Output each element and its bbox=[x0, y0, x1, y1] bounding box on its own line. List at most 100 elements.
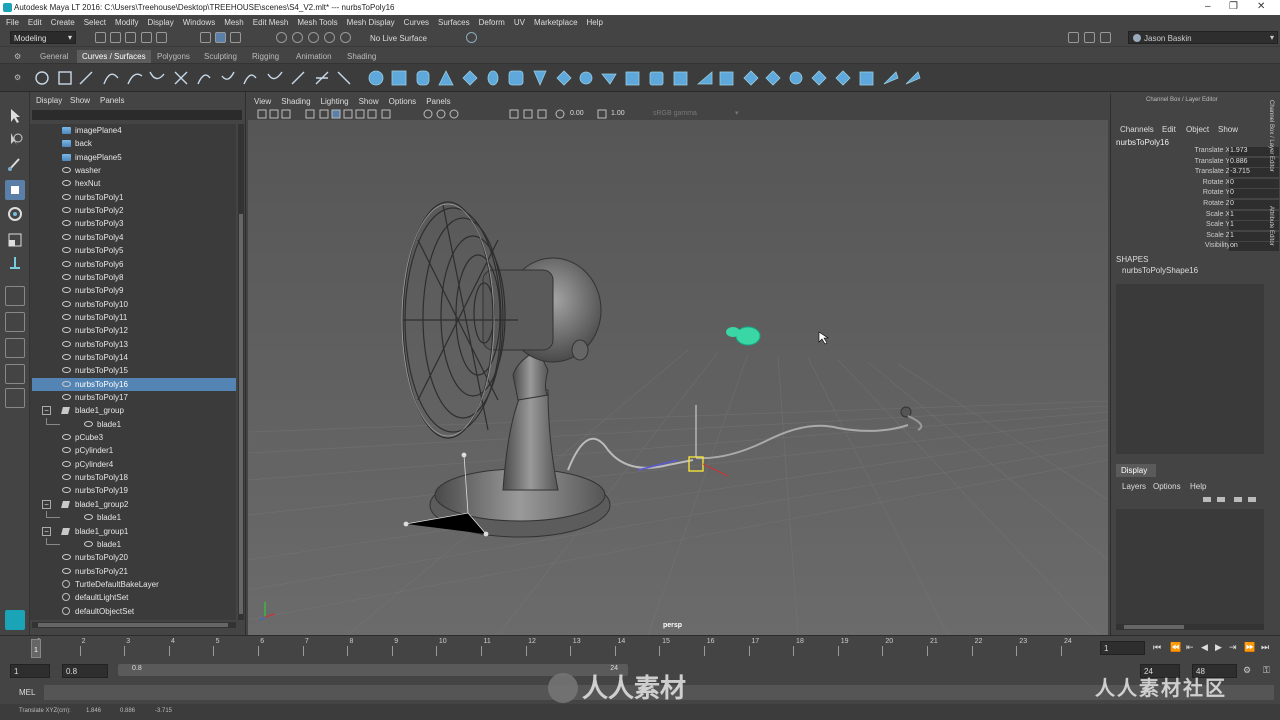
menu-modify[interactable]: Modify bbox=[115, 18, 139, 27]
menu-marketplace[interactable]: Marketplace bbox=[534, 18, 578, 27]
scrollbar-thumb[interactable] bbox=[239, 214, 243, 614]
outliner-item[interactable]: nurbsToPoly21 bbox=[32, 565, 236, 578]
help-menu[interactable]: Help bbox=[1190, 482, 1206, 491]
outliner-item[interactable]: nurbsToPoly16 bbox=[32, 377, 236, 391]
channels-menu[interactable]: Channels bbox=[1120, 125, 1154, 134]
outliner-item[interactable]: − blade1_group2 bbox=[32, 498, 236, 511]
outliner-item[interactable]: pCylinder1 bbox=[32, 444, 236, 457]
outliner-item[interactable]: washer bbox=[32, 164, 236, 177]
paint-select-tool-icon[interactable] bbox=[5, 154, 25, 174]
rebuild-surface-icon[interactable] bbox=[905, 71, 921, 85]
outliner-item[interactable]: nurbsToPoly17 bbox=[32, 391, 236, 404]
channel-attribute-row[interactable]: Scale X1 bbox=[1116, 210, 1279, 221]
menu-mesh-display[interactable]: Mesh Display bbox=[347, 18, 395, 27]
outliner-vertical-scrollbar[interactable] bbox=[238, 124, 244, 620]
nurbs-cube-icon[interactable] bbox=[391, 70, 407, 86]
key-icon[interactable]: ⚿ bbox=[1263, 665, 1270, 676]
select-object-icon[interactable] bbox=[215, 32, 226, 43]
extrude-icon[interactable] bbox=[579, 71, 593, 85]
shelf-tab-curves-surfaces[interactable]: Curves / Surfaces bbox=[77, 50, 151, 63]
outliner-item[interactable]: nurbsToPoly14 bbox=[32, 351, 236, 364]
trim-tool-icon[interactable] bbox=[765, 70, 781, 86]
new-layer-selected-icon[interactable] bbox=[1248, 497, 1256, 502]
nurbs-plane-icon[interactable] bbox=[462, 70, 478, 86]
outliner-item[interactable]: nurbsToPoly1 bbox=[32, 191, 236, 204]
xray-joints-icon[interactable] bbox=[449, 109, 459, 119]
edit-menu[interactable]: Edit bbox=[1162, 125, 1176, 134]
outliner-item[interactable]: TurtleDefaultBakeLayer bbox=[32, 578, 236, 591]
gate-mask-icon[interactable] bbox=[523, 109, 533, 119]
birail-icon[interactable] bbox=[601, 73, 617, 85]
menu-edit-mesh[interactable]: Edit Mesh bbox=[253, 18, 289, 27]
move-tool-icon[interactable] bbox=[5, 180, 25, 200]
sidebar-toggle-icon[interactable] bbox=[1068, 32, 1079, 43]
collapse-toggle-icon[interactable]: − bbox=[42, 526, 51, 536]
revolve-icon[interactable] bbox=[508, 70, 524, 86]
rebuild-curve-icon[interactable] bbox=[315, 71, 329, 85]
outliner-item[interactable]: blade1 bbox=[32, 417, 236, 431]
lock-camera-icon[interactable] bbox=[269, 109, 279, 119]
shelf-tab-sculpting[interactable]: Sculpting bbox=[199, 50, 242, 63]
detach-curves-icon[interactable] bbox=[221, 71, 235, 80]
attribute-value-field[interactable]: 0 bbox=[1229, 189, 1279, 199]
outliner-item[interactable]: imagePlane4 bbox=[32, 124, 236, 137]
outliner-item[interactable]: nurbsToPoly18 bbox=[32, 471, 236, 484]
channel-attribute-row[interactable]: Translate Z -3.715 bbox=[1116, 168, 1279, 178]
textured-icon[interactable] bbox=[355, 109, 365, 119]
insert-isoparms-icon[interactable] bbox=[883, 71, 899, 85]
single-perspective-layout-icon[interactable] bbox=[5, 286, 25, 306]
collapse-toggle-icon[interactable]: − bbox=[42, 406, 51, 416]
last-tool-icon[interactable] bbox=[5, 254, 25, 274]
close-icon[interactable]: ✕ bbox=[1257, 1, 1265, 12]
planar-icon[interactable] bbox=[556, 70, 572, 86]
outliner-menu-display[interactable]: Display bbox=[36, 96, 62, 105]
outliner-item[interactable]: nurbsToPoly20 bbox=[32, 551, 236, 564]
reverse-curve-icon[interactable] bbox=[337, 71, 351, 85]
shelf-tab-animation[interactable]: Animation bbox=[291, 50, 337, 63]
go-to-end-icon[interactable]: ⏭ bbox=[1261, 642, 1269, 653]
select-tool-icon[interactable] bbox=[5, 106, 25, 126]
step-back-icon[interactable]: ⏪ bbox=[1170, 642, 1181, 653]
save-scene-icon[interactable] bbox=[125, 32, 136, 43]
camera-icon[interactable] bbox=[257, 109, 267, 119]
outliner-item[interactable]: nurbsToPoly4 bbox=[32, 231, 236, 244]
menu-mesh[interactable]: Mesh bbox=[224, 18, 244, 27]
shelf-tab-rigging[interactable]: Rigging bbox=[247, 50, 284, 63]
lights-icon[interactable] bbox=[367, 109, 377, 119]
nurbs-sphere-icon[interactable] bbox=[368, 70, 384, 86]
attribute-editor-icon[interactable] bbox=[1084, 32, 1095, 43]
boundary-icon[interactable] bbox=[625, 71, 640, 86]
outliner-item[interactable]: imagePlane5 bbox=[32, 151, 236, 164]
nurbs-square-icon[interactable] bbox=[58, 71, 72, 85]
gamma-icon[interactable] bbox=[597, 109, 607, 119]
outliner-item[interactable]: nurbsToPoly3 bbox=[32, 217, 236, 230]
exposure-value[interactable]: 0.00 bbox=[570, 110, 584, 117]
new-empty-layer-icon[interactable] bbox=[1234, 497, 1242, 502]
object-menu[interactable]: Object bbox=[1186, 125, 1209, 134]
shelf-tab-shading[interactable]: Shading bbox=[342, 50, 381, 63]
color-space-dropdown[interactable]: sRGB gamma bbox=[653, 110, 697, 117]
channel-attribute-row[interactable]: Scale Z1 bbox=[1116, 231, 1279, 242]
outliner-item[interactable]: defaultObjectSet bbox=[32, 605, 236, 618]
current-frame-field[interactable]: 1 bbox=[1100, 641, 1145, 655]
outliner-item[interactable]: nurbsToPoly12 bbox=[32, 324, 236, 337]
nurbs-cylinder-icon[interactable] bbox=[416, 70, 430, 86]
step-forward-icon[interactable]: ⏩ bbox=[1244, 642, 1255, 653]
outliner-item[interactable]: − blade1_group bbox=[32, 404, 236, 417]
outliner-menu-panels[interactable]: Panels bbox=[100, 96, 124, 105]
outliner-item[interactable]: nurbsToPoly15 bbox=[32, 364, 236, 377]
new-scene-icon[interactable] bbox=[95, 32, 106, 43]
step-back-key-icon[interactable]: ⇤ bbox=[1186, 642, 1194, 653]
menu-surfaces[interactable]: Surfaces bbox=[438, 18, 470, 27]
ep-curve-icon[interactable] bbox=[103, 73, 119, 85]
exposure-icon[interactable] bbox=[555, 109, 565, 119]
channel-attribute-row[interactable]: Rotate X0 bbox=[1116, 178, 1279, 189]
scrollbar-thumb[interactable] bbox=[1124, 625, 1184, 629]
shape-node-name[interactable]: nurbsToPolyShape16 bbox=[1122, 266, 1198, 275]
menu-uv[interactable]: UV bbox=[514, 18, 525, 27]
snap-point-icon[interactable] bbox=[308, 32, 319, 43]
xray-icon[interactable] bbox=[436, 109, 446, 119]
four-view-layout-icon[interactable] bbox=[5, 312, 25, 332]
snap-view-plane-icon[interactable] bbox=[324, 32, 335, 43]
move-layer-up-icon[interactable] bbox=[1203, 497, 1211, 502]
